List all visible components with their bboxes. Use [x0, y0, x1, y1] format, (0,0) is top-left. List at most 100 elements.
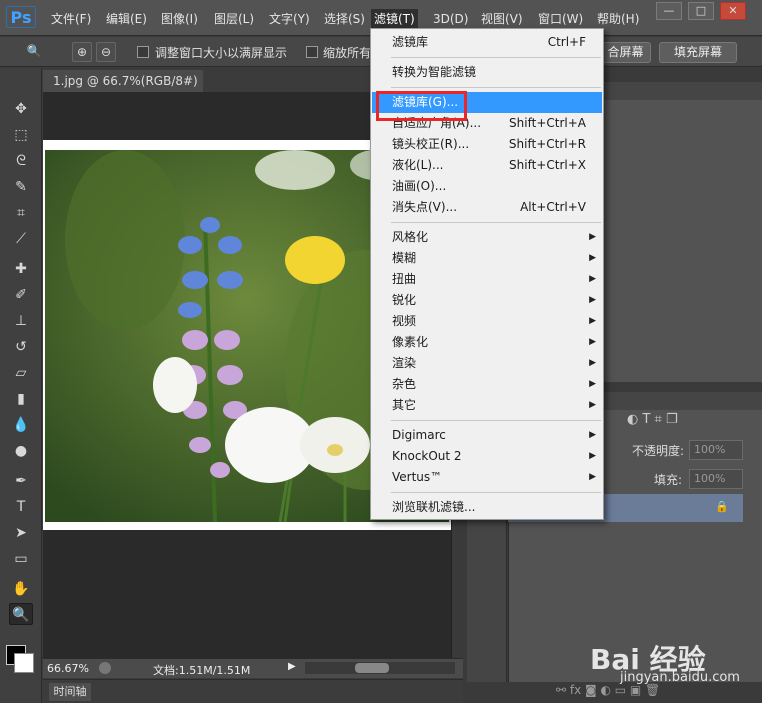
annotation-highlight-box [376, 91, 467, 121]
submenu-arrow-icon: ▶ [589, 358, 596, 368]
menu-image[interactable]: 图像(I) [158, 9, 201, 29]
healing-brush-icon[interactable]: ✚ [9, 258, 33, 280]
submenu-arrow-icon: ▶ [589, 232, 596, 242]
menu-separator [391, 222, 601, 223]
menu-edit[interactable]: 编辑(E) [103, 9, 150, 29]
fit-screen-button[interactable]: 合屏幕 [600, 42, 651, 63]
menu-separator [391, 57, 601, 58]
menu-help[interactable]: 帮助(H) [594, 9, 642, 29]
menu-item-vertus[interactable]: Vertus™ ▶ [372, 467, 602, 488]
submenu-arrow-icon: ▶ [589, 430, 596, 440]
submenu-arrow-icon: ▶ [589, 400, 596, 410]
menu-item-label: 浏览联机滤镜... [392, 500, 476, 514]
zoom-level[interactable]: 66.67% [47, 662, 89, 675]
menu-separator [391, 492, 601, 493]
gradient-tool-icon[interactable]: ▮ [9, 388, 33, 410]
history-brush-icon[interactable]: ↺ [9, 336, 33, 358]
zoom-out-icon[interactable]: ⊖ [96, 42, 116, 62]
menu-item-distort[interactable]: 扭曲 ▶ [372, 269, 602, 290]
dodge-tool-icon[interactable]: ● [9, 440, 33, 462]
document-tab[interactable]: 1.jpg @ 66.7%(RGB/8#) [43, 70, 203, 92]
brush-tool-icon[interactable]: ✐ [9, 284, 33, 306]
menu-select[interactable]: 选择(S) [321, 9, 368, 29]
opacity-field[interactable]: 100% [689, 440, 743, 460]
menu-item-blur[interactable]: 模糊 ▶ [372, 248, 602, 269]
document-info: 文档:1.51M/1.51M [153, 664, 251, 677]
menu-item-digimarc[interactable]: Digimarc ▶ [372, 425, 602, 446]
baidu-watermark-url: jingyan.baidu.com [620, 670, 740, 685]
minimize-button[interactable]: — [656, 2, 682, 20]
menu-item-convert-smart-filter[interactable]: 转换为智能滤镜 [372, 62, 602, 83]
menu-item-noise[interactable]: 杂色 ▶ [372, 374, 602, 395]
type-tool-icon[interactable]: T [9, 496, 33, 518]
menu-3d[interactable]: 3D(D) [430, 9, 471, 29]
fill-field[interactable]: 100% [689, 469, 743, 489]
menu-item-filter-gallery-last[interactable]: 滤镜库 Ctrl+F [372, 32, 602, 53]
hand-tool-icon[interactable]: ✋ [9, 578, 33, 600]
layer-filter-icons[interactable]: ◐ T ⌗ ❐ [627, 412, 678, 427]
menu-view[interactable]: 视图(V) [478, 9, 526, 29]
close-button[interactable]: ✕ [720, 2, 746, 20]
status-icon[interactable] [99, 662, 111, 674]
menu-item-pixelate[interactable]: 像素化 ▶ [372, 332, 602, 353]
marquee-tool-icon[interactable]: ⬚ [9, 124, 33, 146]
zoom-all-checkbox[interactable] [306, 46, 318, 58]
zoom-in-icon[interactable]: ⊕ [72, 42, 92, 62]
menu-separator [391, 420, 601, 421]
menu-item-vanishing-point[interactable]: 消失点(V)... Alt+Ctrl+V [372, 197, 602, 218]
menu-window[interactable]: 窗口(W) [535, 9, 586, 29]
zoom-tool-icon[interactable]: 🔍 [24, 42, 44, 62]
menu-file[interactable]: 文件(F) [48, 9, 94, 29]
fill-screen-button[interactable]: 填充屏幕 [659, 42, 737, 63]
layer-panel-footer-icons[interactable]: ⚯ fx ◙ ◐ ▭ ▣ 🗑 [556, 683, 660, 697]
menu-item-label: KnockOut 2 [392, 449, 462, 463]
submenu-arrow-icon: ▶ [589, 379, 596, 389]
blur-tool-icon[interactable]: 💧 [9, 414, 33, 436]
menu-layer[interactable]: 图层(L) [211, 9, 257, 29]
layer-lock-icon: 🔒 [715, 500, 729, 513]
menu-item-label: 杂色 [392, 377, 417, 391]
photoshop-logo: Ps [6, 6, 36, 28]
menu-item-stylize[interactable]: 风格化 ▶ [372, 227, 602, 248]
opacity-label: 不透明度: [632, 444, 685, 458]
resize-window-label: 调整窗口大小以满屏显示 [155, 46, 288, 60]
menu-item-label: 模糊 [392, 251, 417, 265]
menu-item-shortcut: Shift+Ctrl+X [509, 158, 586, 172]
menu-item-label: 消失点(V)... [392, 200, 458, 214]
background-color-swatch[interactable] [14, 653, 34, 673]
timeline-tab[interactable]: 时间轴 [49, 683, 91, 701]
move-tool-icon[interactable]: ✥ [9, 98, 33, 120]
zoom-tool-icon[interactable]: 🔍 [9, 603, 33, 625]
eraser-tool-icon[interactable]: ▱ [9, 362, 33, 384]
submenu-arrow-icon: ▶ [589, 472, 596, 482]
menu-item-other[interactable]: 其它 ▶ [372, 395, 602, 416]
pen-tool-icon[interactable]: ✒ [9, 470, 33, 492]
stamp-tool-icon[interactable]: ⊥ [9, 310, 33, 332]
crop-tool-icon[interactable]: ⌗ [9, 202, 33, 224]
menu-item-video[interactable]: 视频 ▶ [372, 311, 602, 332]
resize-window-checkbox[interactable] [137, 46, 149, 58]
maximize-button[interactable]: □ [688, 2, 714, 20]
menu-item-shortcut: Shift+Ctrl+R [508, 137, 586, 151]
menu-item-render[interactable]: 渲染 ▶ [372, 353, 602, 374]
menu-item-sharpen[interactable]: 锐化 ▶ [372, 290, 602, 311]
menu-item-shortcut: Ctrl+F [547, 35, 586, 49]
menu-filter[interactable]: 滤镜(T) [371, 9, 418, 29]
menu-item-lens-correction[interactable]: 镜头校正(R)... Shift+Ctrl+R [372, 134, 602, 155]
menu-type[interactable]: 文字(Y) [266, 9, 313, 29]
menu-item-label: 镜头校正(R)... [392, 137, 470, 151]
status-arrow-icon[interactable]: ▶ [288, 661, 296, 672]
menu-item-liquify[interactable]: 液化(L)... Shift+Ctrl+X [372, 155, 602, 176]
fill-label: 填充: [654, 473, 683, 487]
horizontal-scroll-thumb[interactable] [355, 663, 389, 673]
path-select-icon[interactable]: ➤ [9, 522, 33, 544]
lasso-tool-icon[interactable]: ᘓ [9, 150, 33, 172]
menu-item-knockout[interactable]: KnockOut 2 ▶ [372, 446, 602, 467]
status-bar: 66.67% 文档:1.51M/1.51M ▶ [43, 658, 463, 678]
menu-item-oil-paint[interactable]: 油画(O)... [372, 176, 602, 197]
quick-select-icon[interactable]: ✎ [9, 176, 33, 198]
menu-item-label: 滤镜库 [392, 35, 429, 49]
menu-item-browse-online[interactable]: 浏览联机滤镜... [372, 497, 602, 518]
shape-tool-icon[interactable]: ▭ [9, 548, 33, 570]
eyedropper-icon[interactable]: ⟋ [9, 228, 33, 250]
